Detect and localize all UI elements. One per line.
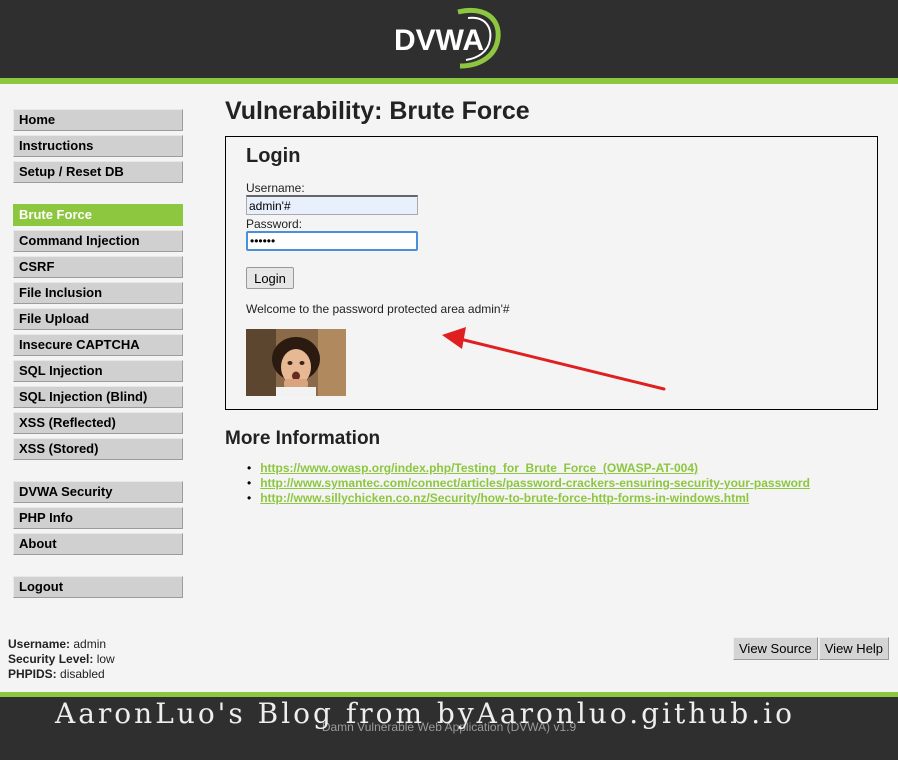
sidebar-menu: Home Instructions Setup / Reset DB Brute… xyxy=(13,109,183,602)
welcome-message: Welcome to the password protected area a… xyxy=(246,302,510,316)
dvwa-logo[interactable]: DVWA xyxy=(388,4,508,70)
sidebar-item-php-info[interactable]: PHP Info xyxy=(13,507,183,529)
sidebar-item-xss-stored[interactable]: XSS (Stored) xyxy=(13,438,183,460)
sidebar-item-dvwa-security[interactable]: DVWA Security xyxy=(13,481,183,503)
owasp-link[interactable]: https://www.owasp.org/index.php/Testing_… xyxy=(260,461,698,475)
sidebar-item-instructions[interactable]: Instructions xyxy=(13,135,183,157)
watermark-text: AaronLuo's Blog from byAaronluo.github.i… xyxy=(55,697,795,730)
sidebar-item-file-inclusion[interactable]: File Inclusion xyxy=(13,282,183,304)
username-input[interactable] xyxy=(246,195,418,215)
username-label: Username: xyxy=(246,181,305,195)
list-item: http://www.symantec.com/connect/articles… xyxy=(247,476,810,491)
sidebar-item-about[interactable]: About xyxy=(13,533,183,555)
sidebar-item-file-upload[interactable]: File Upload xyxy=(13,308,183,330)
sidebar-item-sql-injection-blind[interactable]: SQL Injection (Blind) xyxy=(13,386,183,408)
logo-text: DVWA xyxy=(394,24,484,57)
login-form-box: Login Username: Password: Login Welcome … xyxy=(225,136,878,410)
status-security-label: Security Level: xyxy=(8,652,94,666)
sidebar-item-csrf[interactable]: CSRF xyxy=(13,256,183,278)
status-security-value: low xyxy=(96,652,115,666)
sidebar-item-insecure-captcha[interactable]: Insecure CAPTCHA xyxy=(13,334,183,356)
view-buttons: View Source View Help xyxy=(733,637,890,660)
view-help-button[interactable]: View Help xyxy=(818,637,890,660)
session-status: Username: admin Security Level: low PHPI… xyxy=(8,637,115,682)
password-input[interactable] xyxy=(246,231,418,251)
more-information-title: More Information xyxy=(225,428,381,449)
view-source-button[interactable]: View Source xyxy=(733,637,818,660)
header-bar: DVWA xyxy=(0,0,898,78)
status-username-label: Username: xyxy=(8,637,71,651)
sidebar-item-brute-force[interactable]: Brute Force xyxy=(13,204,183,226)
status-phpids-value: disabled xyxy=(60,667,105,681)
annotation-arrow xyxy=(442,327,666,391)
sillychicken-link[interactable]: http://www.sillychicken.co.nz/Security/h… xyxy=(260,491,749,505)
sidebar-item-logout[interactable]: Logout xyxy=(13,576,183,598)
list-item: http://www.sillychicken.co.nz/Security/h… xyxy=(247,491,810,506)
symantec-link[interactable]: http://www.symantec.com/connect/articles… xyxy=(260,476,810,490)
page-title: Vulnerability: Brute Force xyxy=(225,97,530,125)
sidebar-item-command-injection[interactable]: Command Injection xyxy=(13,230,183,252)
list-item: https://www.owasp.org/index.php/Testing_… xyxy=(247,461,810,476)
password-label: Password: xyxy=(246,217,303,231)
sidebar-item-home[interactable]: Home xyxy=(13,109,183,131)
login-button[interactable]: Login xyxy=(246,267,294,289)
sidebar-item-setup[interactable]: Setup / Reset DB xyxy=(13,161,183,183)
main-content: Vulnerability: Brute Force Login Usernam… xyxy=(225,96,880,505)
user-avatar-image xyxy=(246,329,346,396)
more-information-links: https://www.owasp.org/index.php/Testing_… xyxy=(247,461,810,506)
status-phpids-label: PHPIDS: xyxy=(8,667,57,681)
status-username-value: admin xyxy=(73,637,107,651)
login-title: Login xyxy=(246,145,301,167)
sidebar-item-xss-reflected[interactable]: XSS (Reflected) xyxy=(13,412,183,434)
header-accent-stripe xyxy=(0,78,898,84)
sidebar-item-sql-injection[interactable]: SQL Injection xyxy=(13,360,183,382)
